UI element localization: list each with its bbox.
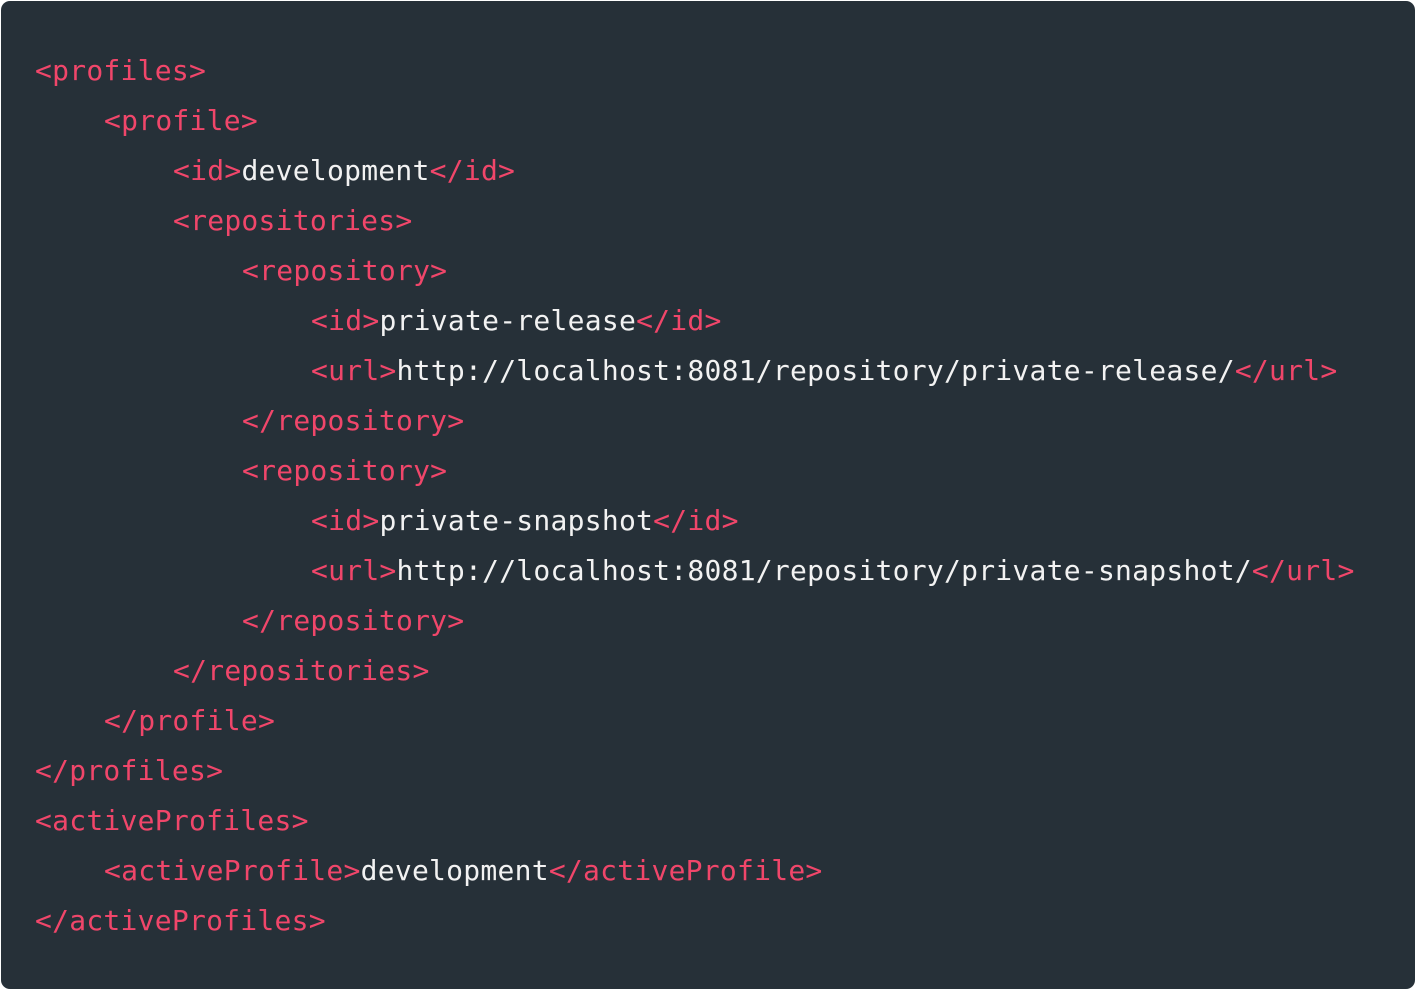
xml-tag-token: <activeProfiles>	[35, 804, 309, 837]
xml-tag-token: <id>	[311, 304, 380, 337]
xml-tag-token: <repository>	[242, 254, 448, 287]
xml-tag-token: <profiles>	[35, 54, 207, 87]
code-line: <profile>	[35, 96, 1355, 146]
xml-text-token: development	[360, 854, 549, 887]
code-line: <url>http://localhost:8081/repository/pr…	[35, 546, 1355, 596]
code-line: <id>private-snapshot</id>	[35, 496, 1355, 546]
xml-tag-token: </activeProfile>	[548, 854, 823, 887]
code-line: <id>private-release</id>	[35, 296, 1355, 346]
code-line: </repository>	[35, 396, 1355, 446]
xml-tag-token: <id>	[311, 504, 380, 537]
code-line: </profiles>	[35, 746, 1355, 796]
xml-tag-token: <url>	[311, 354, 397, 387]
xml-tag-token: </activeProfiles>	[35, 904, 326, 937]
xml-tag-token: </id>	[429, 154, 516, 187]
xml-tag-token: <url>	[311, 554, 397, 587]
xml-text-token: private-release	[379, 304, 637, 337]
xml-text-token: http://localhost:8081/repository/private…	[396, 554, 1252, 587]
xml-tag-token: <repository>	[242, 454, 448, 487]
xml-tag-token: <repositories>	[173, 204, 413, 237]
xml-tag-token: </id>	[636, 304, 722, 337]
xml-text-token: private-snapshot	[379, 504, 654, 537]
code-line: </repositories>	[35, 646, 1355, 696]
code-line: <activeProfiles>	[35, 796, 1355, 846]
xml-tag-token: </profiles>	[35, 754, 224, 787]
code-line: </profile>	[35, 696, 1355, 746]
xml-text-token: http://localhost:8081/repository/private…	[396, 354, 1235, 387]
xml-tag-token: </profile>	[104, 704, 276, 737]
code-line: <profiles>	[35, 46, 1355, 96]
xml-tag-token: <activeProfile>	[104, 854, 361, 887]
xml-tag-token: <profile>	[104, 104, 258, 137]
xml-tag-token: </repository>	[242, 404, 465, 437]
code-line: <activeProfile>development</activeProfil…	[35, 846, 1355, 896]
xml-tag-token: </id>	[653, 504, 739, 537]
code-line: <url>http://localhost:8081/repository/pr…	[35, 346, 1355, 396]
code-block: <profiles> <profile> <id>development</id> <…	[1, 1, 1415, 989]
xml-tag-token: </repository>	[242, 604, 465, 637]
xml-text-token: development	[241, 154, 430, 187]
xml-tag-token: </repositories>	[173, 654, 430, 687]
code-line: <repository>	[35, 446, 1355, 496]
code-line: <repositories>	[35, 196, 1355, 246]
code-line: <repository>	[35, 246, 1355, 296]
code-line: <id>development</id>	[35, 146, 1355, 196]
code-line: </activeProfiles>	[35, 896, 1355, 946]
xml-tag-token: </url>	[1251, 554, 1355, 587]
xml-tag-token: </url>	[1234, 354, 1338, 387]
code-line: </repository>	[35, 596, 1355, 646]
xml-tag-token: <id>	[173, 154, 242, 187]
code-lines: <profiles> <profile> <id>development</id> <…	[35, 46, 1355, 946]
